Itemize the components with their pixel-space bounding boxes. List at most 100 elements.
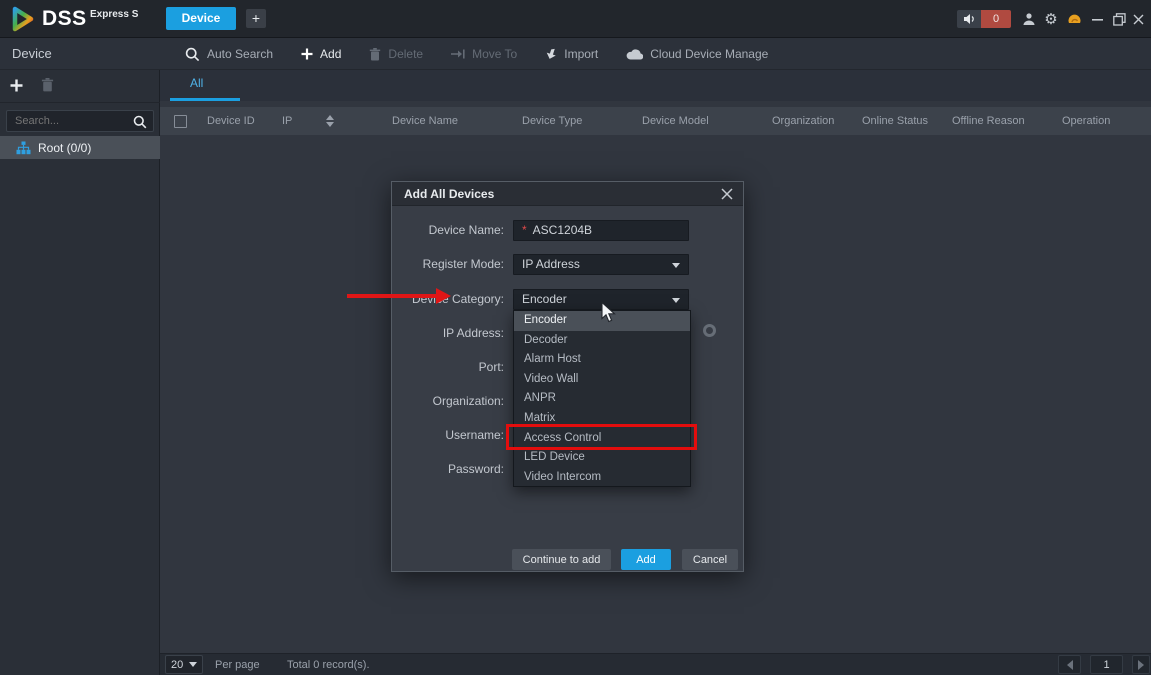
dialog-title: Add All Devices <box>404 187 494 201</box>
toolbar-import-label: Import <box>564 47 598 61</box>
new-tab-button[interactable]: + <box>246 9 266 28</box>
device-name-value: ASC1204B <box>533 223 592 237</box>
sort-icon[interactable] <box>326 115 334 127</box>
person-icon <box>1022 12 1036 26</box>
register-mode-label: Register Mode: <box>392 257 504 271</box>
sidebar-search <box>6 110 154 132</box>
col-device-id[interactable]: Device ID <box>195 115 270 127</box>
dropdown-option-video-wall[interactable]: Video Wall <box>514 370 690 390</box>
logo-subtitle: Express S <box>90 9 138 20</box>
alert-count-badge[interactable]: 0 <box>981 10 1011 28</box>
restore-icon <box>1113 13 1126 26</box>
gear-icon: ⚙ <box>1044 10 1057 28</box>
close-icon <box>1133 14 1144 25</box>
dialog-close-button[interactable] <box>721 188 733 200</box>
chevron-down-icon <box>672 298 680 303</box>
minimize-icon <box>1092 13 1103 25</box>
tab-all[interactable]: All <box>190 76 203 90</box>
toolbar-move-to[interactable]: Move To <box>451 47 517 61</box>
col-online-status[interactable]: Online Status <box>850 115 940 127</box>
col-device-name[interactable]: Device Name <box>380 115 510 127</box>
col-operation[interactable]: Operation <box>1050 115 1151 127</box>
user-account-button[interactable] <box>1021 11 1037 27</box>
toolbar-import[interactable]: Import <box>545 47 598 61</box>
toolbar-auto-search[interactable]: Auto Search <box>185 47 273 62</box>
dropdown-option-led-device[interactable]: LED Device <box>514 448 690 468</box>
chevron-down-icon <box>189 662 197 667</box>
header-checkbox-cell <box>160 115 195 128</box>
next-page-button[interactable] <box>1132 655 1150 674</box>
add-all-devices-dialog: Add All Devices Device Name: * ASC1204B … <box>391 181 744 572</box>
toolbar-delete[interactable]: Delete <box>369 47 423 61</box>
move-to-icon <box>451 49 465 59</box>
device-name-input[interactable]: * ASC1204B <box>513 220 689 241</box>
pagination-bar: 20 Per page Total 0 record(s). 1 <box>160 653 1151 675</box>
col-organization[interactable]: Organization <box>760 115 850 127</box>
dropdown-option-access-control[interactable]: Access Control <box>514 429 690 449</box>
per-page-label: Per page <box>215 659 260 671</box>
device-name-label: Device Name: <box>392 223 504 237</box>
dropdown-option-matrix[interactable]: Matrix <box>514 409 690 429</box>
dropdown-option-decoder[interactable]: Decoder <box>514 331 690 351</box>
guide-icon <box>1067 12 1082 26</box>
dropdown-option-anpr[interactable]: ANPR <box>514 389 690 409</box>
col-device-type[interactable]: Device Type <box>510 115 630 127</box>
sidebar-panel-title: Device <box>12 46 52 61</box>
field-device-name: Device Name: * ASC1204B <box>392 219 743 241</box>
wizard-guide-button[interactable] <box>1066 11 1082 27</box>
toolbar-cloud-device-manage[interactable]: Cloud Device Manage <box>626 47 768 61</box>
tree-item-root-label: Root (0/0) <box>38 141 91 155</box>
total-records-label: Total 0 record(s). <box>287 659 370 671</box>
col-device-model[interactable]: Device Model <box>630 115 760 127</box>
tab-device[interactable]: Device <box>166 7 236 30</box>
delete-organization-button[interactable] <box>41 78 54 92</box>
device-tree-sidebar <box>0 70 160 675</box>
col-offline-reason[interactable]: Offline Reason <box>940 115 1050 127</box>
close-button[interactable] <box>1131 11 1146 27</box>
restore-button[interactable] <box>1111 11 1127 27</box>
toolbar-add[interactable]: Add <box>301 47 341 61</box>
port-label: Port: <box>392 360 504 374</box>
dropdown-option-video-intercom[interactable]: Video Intercom <box>514 468 690 488</box>
col-ip-label: IP <box>282 115 292 127</box>
continue-to-add-button[interactable]: Continue to add <box>512 549 611 570</box>
current-page-button[interactable]: 1 <box>1090 655 1123 674</box>
tab-all-underline <box>170 98 240 101</box>
add-organization-button[interactable] <box>10 79 23 92</box>
search-icon <box>133 115 147 129</box>
cloud-icon <box>626 48 643 60</box>
username-label: Username: <box>392 428 504 442</box>
minimize-button[interactable] <box>1090 11 1104 27</box>
register-mode-select[interactable]: IP Address <box>513 254 689 275</box>
prev-page-button[interactable] <box>1058 655 1081 674</box>
speaker-icon <box>963 13 976 25</box>
dropdown-option-alarm-host[interactable]: Alarm Host <box>514 350 690 370</box>
required-mark: * <box>522 223 527 237</box>
settings-button[interactable]: ⚙ <box>1043 9 1059 29</box>
cancel-button[interactable]: Cancel <box>682 549 738 570</box>
annotation-arrow-shaft <box>347 294 437 298</box>
loading-ring-icon <box>703 324 716 337</box>
toolbar-cloud-label: Cloud Device Manage <box>650 47 768 61</box>
toolbar-add-label: Add <box>320 47 341 61</box>
register-mode-value: IP Address <box>522 257 580 271</box>
dialog-titlebar: Add All Devices <box>392 182 743 206</box>
toolbar-auto-search-label: Auto Search <box>207 47 273 61</box>
per-page-value: 20 <box>171 659 183 671</box>
import-icon <box>545 48 557 61</box>
annotation-arrow-icon <box>436 288 451 304</box>
add-button[interactable]: Add <box>621 549 671 570</box>
search-input[interactable] <box>7 111 153 131</box>
organization-label: Organization: <box>392 394 504 408</box>
tree-item-root[interactable]: Root (0/0) <box>0 136 160 159</box>
plus-icon <box>301 48 313 60</box>
alarm-sound-button[interactable] <box>957 10 981 28</box>
per-page-select[interactable]: 20 <box>165 655 203 674</box>
toolbar-move-to-label: Move To <box>472 47 517 61</box>
select-all-checkbox[interactable] <box>174 115 187 128</box>
logo-text: DSS <box>42 7 87 31</box>
sidebar-actions <box>10 78 54 92</box>
titlebar: DSS Express S Device + 0 ⚙ <box>0 0 1151 38</box>
organization-icon <box>16 141 31 155</box>
col-ip[interactable]: IP <box>270 115 380 127</box>
